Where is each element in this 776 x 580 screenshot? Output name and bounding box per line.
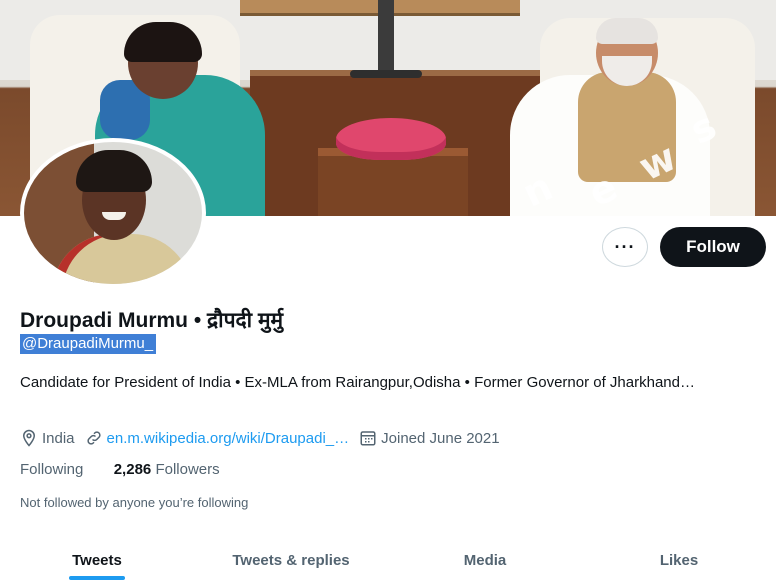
tab-tweets-replies[interactable]: Tweets & replies xyxy=(194,540,388,580)
banner-person-right-hair xyxy=(596,18,658,44)
profile-handle[interactable]: @DraupadiMurmu_ xyxy=(20,334,157,354)
following-label: Following xyxy=(20,461,84,478)
profile-name: Droupadi Murmu • द्रौपदी मुर्मु xyxy=(20,309,284,332)
not-followed-notice: Not followed by anyone you’re following xyxy=(20,495,249,510)
tab-media[interactable]: Media xyxy=(388,540,582,580)
calendar-icon xyxy=(360,431,376,446)
followers-link[interactable]: 2,286 Followers xyxy=(114,461,220,478)
profile-website-link[interactable]: en.m.wikipedia.org/wiki/Draupadi_… xyxy=(107,430,350,447)
profile-bio: Candidate for President of India • Ex-ML… xyxy=(20,374,695,391)
location-pin-icon xyxy=(22,429,36,447)
banner-flowers xyxy=(336,118,446,160)
followers-count: 2,286 xyxy=(113,461,152,478)
banner-lamp-base xyxy=(350,70,422,78)
avatar-image xyxy=(24,142,202,284)
tab-likes[interactable]: Likes xyxy=(582,540,776,580)
more-icon: ··· xyxy=(614,236,636,257)
profile-joined-date: Joined June 2021 xyxy=(381,429,500,447)
profile-avatar[interactable] xyxy=(20,138,206,288)
profile-tabs: Tweets Tweets & replies Media Likes xyxy=(0,540,776,580)
following-link[interactable]: Following xyxy=(20,461,83,478)
follow-button[interactable]: Follow xyxy=(660,227,766,267)
banner-lamp xyxy=(378,0,394,78)
profile-meta: India en.m.wikipedia.org/wiki/Draupadi_…… xyxy=(20,428,500,448)
followers-label: Followers xyxy=(155,461,220,478)
profile-location: India xyxy=(42,429,75,447)
link-icon xyxy=(86,431,101,445)
follow-counts: Following 2,286 Followers xyxy=(20,461,220,478)
more-options-button[interactable]: ··· xyxy=(602,227,648,267)
tab-tweets[interactable]: Tweets xyxy=(0,540,194,580)
avatar-hair xyxy=(76,150,152,192)
